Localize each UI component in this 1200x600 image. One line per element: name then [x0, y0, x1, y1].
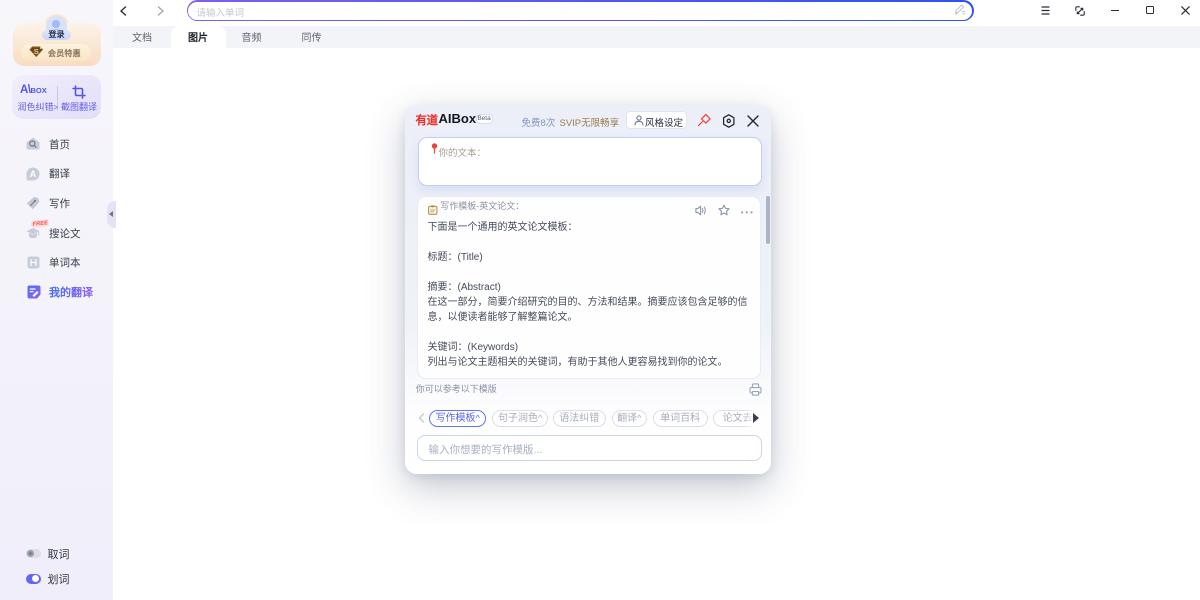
svg-text:S: S [33, 47, 38, 56]
svg-text:A: A [30, 169, 37, 179]
